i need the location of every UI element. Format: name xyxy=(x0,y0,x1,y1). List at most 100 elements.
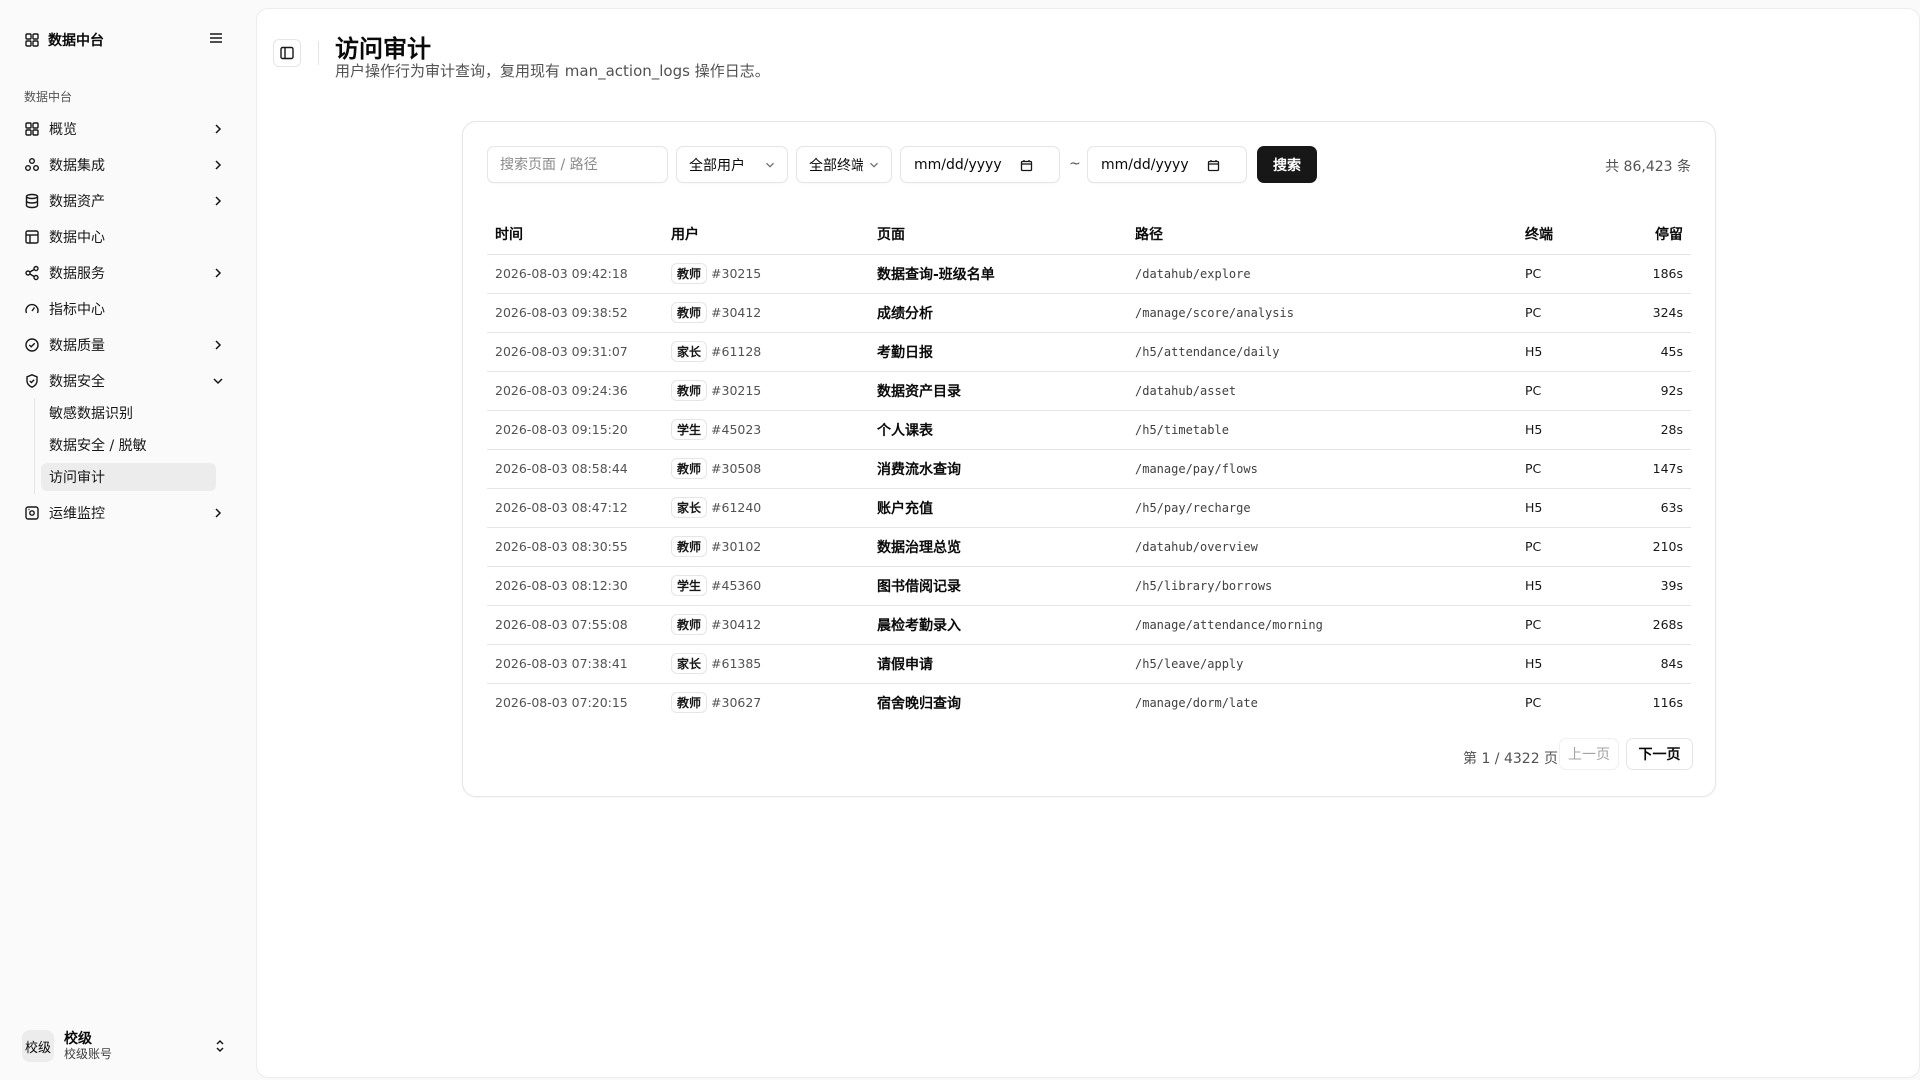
total-count: 共 86,423 条 xyxy=(1605,159,1691,175)
table-row[interactable]: 2026-08-03 09:15:20 学生 #45023 个人课表/h5/timet… xyxy=(487,410,1691,450)
cell-time: 2026-08-03 07:38:41 xyxy=(487,644,663,684)
role-badge: 学生 xyxy=(671,419,708,440)
search-input[interactable] xyxy=(487,146,668,183)
column-header-time[interactable]: 时间 xyxy=(487,214,663,255)
cell-terminal: PC xyxy=(1517,449,1617,489)
search-button[interactable]: 搜索 xyxy=(1257,146,1317,183)
user-id: #30215 xyxy=(711,266,762,281)
prev-page-button[interactable]: 上一页 xyxy=(1559,738,1619,770)
sidebar-toggle-button[interactable] xyxy=(273,39,301,67)
sidebar-item-services[interactable]: 数据服务 xyxy=(16,258,238,288)
cell-path: /h5/attendance/daily xyxy=(1127,332,1517,372)
cell-stay: 28s xyxy=(1617,410,1691,450)
sidebar-item-label: 数据中心 xyxy=(49,230,105,246)
user-id: #45360 xyxy=(711,578,762,593)
table-row[interactable]: 2026-08-03 07:38:41 家长 #61385 请假申请/h5/leave… xyxy=(487,644,1691,684)
cell-user: 学生 #45023 xyxy=(663,410,869,450)
cell-time: 2026-08-03 09:31:07 xyxy=(487,332,663,372)
user-select-value: 全部用户 xyxy=(689,157,745,174)
cell-page: 数据治理总览 xyxy=(869,527,1127,567)
cell-path: /manage/pay/flows xyxy=(1127,449,1517,489)
role-badge: 教师 xyxy=(671,692,708,714)
brand[interactable]: 数据中台 xyxy=(24,30,104,50)
cell-path: /manage/dorm/late xyxy=(1135,695,1258,710)
sidebar-subitem-audit[interactable]: 访问审计 xyxy=(41,463,216,491)
table-row[interactable]: 2026-08-03 09:38:52 教师 #30412 成绩分析/manage/s… xyxy=(487,293,1691,333)
chevron-down-icon xyxy=(763,158,777,172)
role-badge: 教师 xyxy=(671,536,708,557)
cell-path: /h5/library/borrows xyxy=(1127,566,1517,606)
sidebar-item-quality[interactable]: 数据质量 xyxy=(16,330,238,360)
cell-stay: 210s xyxy=(1617,527,1691,567)
column-header-user[interactable]: 用户 xyxy=(663,214,869,255)
gauge-icon xyxy=(24,301,40,317)
sidebar-item-monitoring[interactable]: 运维监控 xyxy=(16,498,238,528)
user-select[interactable]: 全部用户 xyxy=(676,146,788,183)
cell-user: 教师 #30215 xyxy=(663,371,869,411)
column-header-terminal[interactable]: 终端 xyxy=(1517,214,1617,255)
check-circle-icon xyxy=(24,337,40,353)
sidebar-item-assets[interactable]: 数据资产 xyxy=(16,186,238,216)
next-page-button[interactable]: 下一页 xyxy=(1626,738,1693,770)
table-row[interactable]: 2026-08-03 08:30:55 教师 #30102 数据治理总览/datahu… xyxy=(487,527,1691,567)
cell-path: /h5/leave/apply xyxy=(1127,644,1517,684)
cell-page: 成绩分析 xyxy=(869,293,1127,333)
cell-path: /datahub/explore xyxy=(1127,254,1517,294)
sidebar-item-integration[interactable]: 数据集成 xyxy=(16,150,238,180)
sidebar-item-overview[interactable]: 概览 xyxy=(16,114,238,144)
date-from-field[interactable]: mm/dd/yyyy xyxy=(900,146,1060,183)
sidebar-subitem-masking[interactable]: 数据安全 / 脱敏 xyxy=(41,431,216,459)
table-row[interactable]: 2026-08-03 07:20:15 教师 #30627 宿舍晚归查询/manage… xyxy=(487,683,1691,722)
role-badge: 家长 xyxy=(671,497,708,518)
cell-terminal: H5 xyxy=(1517,488,1617,528)
date-to-field[interactable]: mm/dd/yyyy xyxy=(1087,146,1247,183)
cell-stay: 186s xyxy=(1617,254,1691,294)
table-row[interactable]: 2026-08-03 09:42:18 教师 #30215 数据查询-班级名单/dat… xyxy=(487,254,1691,294)
menu-icon[interactable] xyxy=(208,30,224,46)
chevron-right-icon xyxy=(210,265,226,281)
calendar-icon xyxy=(1207,159,1220,172)
table-row[interactable]: 2026-08-03 09:31:07 家长 #61128 考勤日报/h5/atten… xyxy=(487,332,1691,372)
table-row[interactable]: 2026-08-03 09:24:36 教师 #30215 数据资产目录/datahu… xyxy=(487,371,1691,411)
sidebar-item-security[interactable]: 数据安全 xyxy=(16,366,238,396)
cell-page: 数据资产目录 xyxy=(869,371,1127,411)
table-row[interactable]: 2026-08-03 08:58:44 教师 #30508 消费流水查询/manage… xyxy=(487,449,1691,489)
role-badge: 家长 xyxy=(671,341,708,362)
table-row[interactable]: 2026-08-03 07:55:08 教师 #30412 晨检考勤录入/manage… xyxy=(487,605,1691,645)
cell-terminal: PC xyxy=(1517,254,1617,294)
database-icon xyxy=(24,193,40,209)
chevron-right-icon xyxy=(210,157,226,173)
table-row[interactable]: 2026-08-03 08:12:30 学生 #45360 图书借阅记录/h5/lib… xyxy=(487,566,1691,606)
sidebar-item-metrics[interactable]: 指标中心 xyxy=(16,294,238,324)
cell-user: 教师 #30215 xyxy=(663,254,869,294)
column-header-path[interactable]: 路径 xyxy=(1127,214,1517,255)
user-id: #30412 xyxy=(711,305,762,320)
user-menu[interactable]: 校级 校级 校级账号 xyxy=(16,1024,238,1068)
cell-page: 晨检考勤录入 xyxy=(869,605,1127,645)
cell-time: 2026-08-03 09:24:36 xyxy=(487,371,663,411)
header-divider xyxy=(318,41,319,65)
cell-time: 2026-08-03 07:55:08 xyxy=(487,605,663,645)
column-header-stay[interactable]: 停留 xyxy=(1617,214,1691,255)
cell-page: 账户充值 xyxy=(869,488,1127,528)
sidebar-subitem-sensitive[interactable]: 敏感数据识别 xyxy=(41,399,216,427)
cell-terminal: PC xyxy=(1525,695,1542,711)
cell-path: /h5/timetable xyxy=(1127,410,1517,450)
terminal-select[interactable]: 全部终端 xyxy=(796,146,892,183)
cell-path: /manage/attendance/morning xyxy=(1127,605,1517,645)
integration-icon xyxy=(24,157,40,173)
shield-icon xyxy=(24,373,40,389)
table-header-row: 时间 用户 页面 路径 终端 停留 xyxy=(487,214,1691,255)
cell-path: /manage/score/analysis xyxy=(1127,293,1517,333)
share-icon xyxy=(24,265,40,281)
audit-card: 全部用户 全部终端 mm/dd/yyyy ~ mm/dd/yyyy 搜索 共 8… xyxy=(462,121,1716,797)
role-badge: 教师 xyxy=(671,614,708,635)
column-header-page[interactable]: 页面 xyxy=(869,214,1127,255)
cell-terminal: PC xyxy=(1517,605,1617,645)
chevron-right-icon xyxy=(210,505,226,521)
sidebar-item-datacenter[interactable]: 数据中心 xyxy=(16,222,238,252)
chevrons-up-down-icon xyxy=(212,1038,228,1054)
table-row[interactable]: 2026-08-03 08:47:12 家长 #61240 账户充值/h5/pay/r… xyxy=(487,488,1691,528)
user-name: 校级 xyxy=(64,1030,92,1047)
role-badge: 学生 xyxy=(671,575,708,596)
